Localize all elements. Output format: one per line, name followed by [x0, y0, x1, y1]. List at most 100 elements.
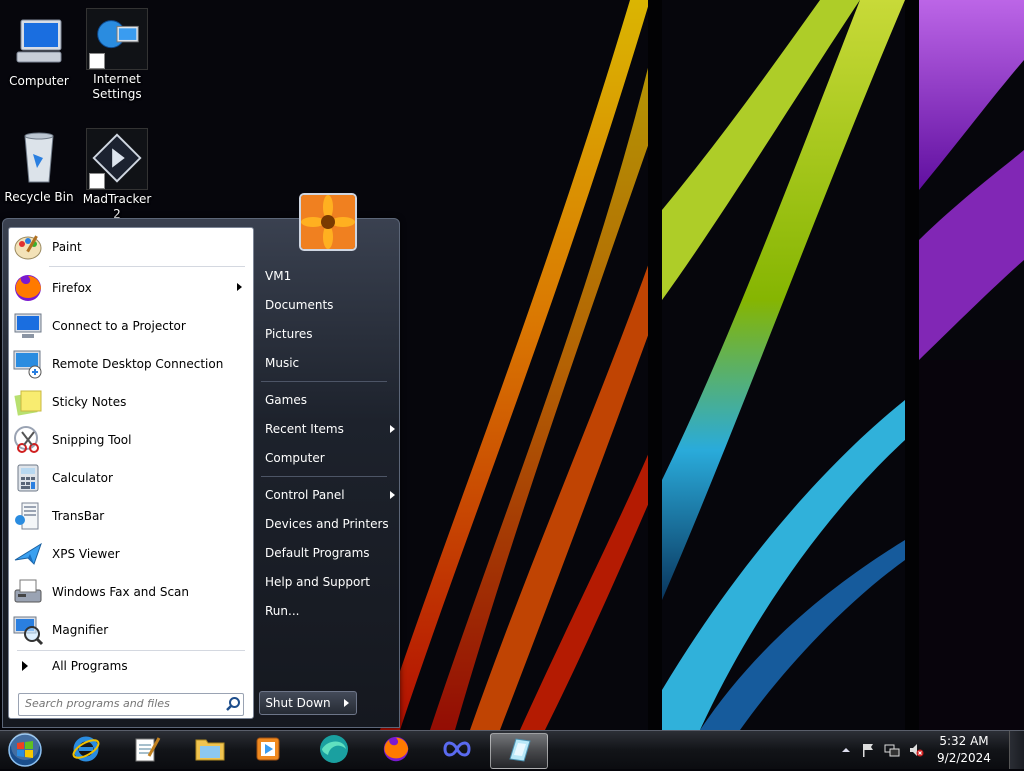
shutdown-options-button[interactable] — [336, 691, 357, 715]
shortcut-arrow-icon — [89, 53, 105, 69]
right-item-label: Games — [265, 393, 307, 407]
clock-time[interactable]: 5:32 AM — [934, 734, 994, 748]
right-item-label: Computer — [265, 451, 325, 465]
desktop-icon-internet-settings[interactable]: Internet Settings — [78, 8, 156, 102]
right-item-pictures[interactable]: Pictures — [259, 322, 395, 346]
program-sticky-notes[interactable]: Sticky Notes — [12, 385, 248, 419]
desktop-icon-computer[interactable]: Computer — [0, 12, 78, 89]
program-transbar[interactable]: TransBar — [12, 499, 248, 533]
magnifier-icon — [12, 614, 44, 646]
taskbar-media-player[interactable] — [240, 733, 296, 767]
divider — [49, 266, 245, 267]
right-item-user[interactable]: VM1 — [259, 264, 395, 288]
program-connect-projector[interactable]: Connect to a Projector — [12, 309, 248, 343]
calculator-icon — [12, 462, 44, 494]
right-item-control-panel[interactable]: Control Panel — [259, 483, 395, 507]
program-label: XPS Viewer — [52, 547, 120, 561]
user-account-picture[interactable] — [299, 193, 357, 251]
divider — [261, 381, 387, 382]
program-remote-desktop[interactable]: Remote Desktop Connection — [12, 347, 248, 381]
search-input[interactable] — [19, 694, 221, 713]
right-item-label: Devices and Printers — [265, 517, 389, 531]
right-item-label: Control Panel — [265, 488, 345, 502]
recycle-bin-icon — [9, 128, 69, 188]
program-calculator[interactable]: Calculator — [12, 461, 248, 495]
madtracker-icon — [86, 128, 148, 190]
show-desktop-button[interactable] — [1009, 731, 1024, 769]
media-player-icon — [253, 734, 283, 767]
right-item-label: Default Programs — [265, 546, 370, 560]
right-item-label: Run... — [265, 604, 300, 618]
right-item-devices-printers[interactable]: Devices and Printers — [259, 512, 395, 536]
program-label: Paint — [52, 240, 82, 254]
right-item-label: Documents — [265, 298, 334, 312]
submenu-arrow-icon — [390, 425, 395, 433]
all-programs-button[interactable]: All Programs — [12, 654, 248, 678]
right-item-label: Recent Items — [265, 422, 344, 436]
program-snipping-tool[interactable]: Snipping Tool — [12, 423, 248, 457]
programs-pane: Paint Firefox Connect to a Projector Rem… — [8, 227, 254, 719]
program-label: Sticky Notes — [52, 395, 127, 409]
program-label: Firefox — [52, 281, 92, 295]
desktop-icon-label: Computer — [9, 74, 69, 88]
remote-desktop-icon — [12, 348, 44, 380]
firefox-icon — [12, 272, 44, 304]
internet-settings-icon — [86, 8, 148, 70]
desktop-icon-madtracker[interactable]: MadTracker 2 — [78, 128, 156, 222]
program-label: Magnifier — [52, 623, 109, 637]
taskbar-infinity-app[interactable] — [429, 733, 485, 767]
program-firefox[interactable]: Firefox — [12, 271, 248, 305]
network-icon[interactable] — [884, 742, 900, 758]
right-item-recent-items[interactable]: Recent Items — [259, 417, 395, 441]
right-item-games[interactable]: Games — [259, 388, 395, 412]
right-item-music[interactable]: Music — [259, 351, 395, 375]
taskbar-transbar[interactable] — [490, 733, 548, 769]
desktop-icon-label: Recycle Bin — [4, 190, 74, 204]
clock-date[interactable]: 9/2/2024 — [934, 751, 994, 765]
taskbar-file-explorer[interactable] — [182, 733, 238, 767]
right-item-documents[interactable]: Documents — [259, 293, 395, 317]
search-box — [18, 693, 244, 716]
program-paint[interactable]: Paint — [12, 230, 248, 264]
program-label: Windows Fax and Scan — [52, 585, 190, 599]
program-magnifier[interactable]: Magnifier — [12, 613, 248, 647]
desktop-icon-label: Internet Settings — [92, 72, 142, 101]
xps-viewer-icon — [12, 538, 44, 570]
paint-icon — [12, 231, 44, 263]
volume-muted-icon[interactable] — [908, 742, 924, 758]
firefox-icon — [381, 734, 411, 767]
divider — [17, 650, 245, 651]
taskbar-notepad[interactable] — [118, 733, 174, 767]
right-item-label: Music — [265, 356, 300, 370]
right-item-default-programs[interactable]: Default Programs — [259, 541, 395, 565]
right-item-label: Pictures — [265, 327, 313, 341]
program-fax-scan[interactable]: Windows Fax and Scan — [12, 575, 248, 609]
right-item-computer[interactable]: Computer — [259, 446, 395, 470]
all-programs-label: All Programs — [52, 659, 128, 673]
projector-icon — [12, 310, 44, 342]
show-hidden-icons-button[interactable] — [838, 742, 854, 758]
program-xps-viewer[interactable]: XPS Viewer — [12, 537, 248, 571]
computer-icon — [9, 12, 69, 72]
right-item-run[interactable]: Run... — [259, 599, 395, 623]
shortcut-arrow-icon — [89, 173, 105, 189]
taskbar-internet-explorer[interactable] — [58, 733, 114, 767]
notepad-icon — [131, 734, 161, 767]
search-icon[interactable] — [225, 696, 241, 712]
program-label: TransBar — [52, 509, 105, 523]
shutdown-button[interactable]: Shut Down — [259, 691, 337, 715]
taskbar-browser[interactable] — [306, 733, 362, 767]
divider — [261, 476, 387, 477]
taskbar-firefox[interactable] — [368, 733, 424, 767]
file-explorer-icon — [194, 734, 226, 767]
program-label: Calculator — [52, 471, 113, 485]
submenu-arrow-icon — [237, 283, 242, 291]
action-center-flag-icon[interactable] — [860, 742, 876, 758]
right-item-help-support[interactable]: Help and Support — [259, 570, 395, 594]
taskbar: 5:32 AM 9/2/2024 — [0, 730, 1024, 769]
desktop-icon-recycle-bin[interactable]: Recycle Bin — [0, 128, 78, 205]
fax-scan-icon — [12, 576, 44, 608]
submenu-arrow-icon — [390, 491, 395, 499]
infinity-app-icon — [441, 739, 473, 762]
start-button[interactable] — [6, 732, 44, 768]
